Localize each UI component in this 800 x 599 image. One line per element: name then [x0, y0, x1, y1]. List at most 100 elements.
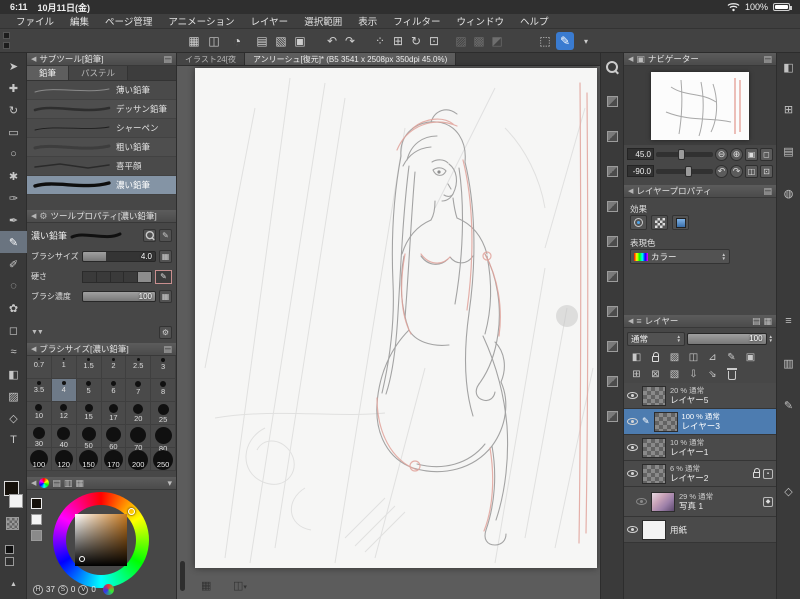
- workspace-grid-icon[interactable]: ▦: [185, 32, 203, 50]
- zoom-value[interactable]: 45.0: [627, 148, 654, 160]
- brush-size-panel-header[interactable]: ◀ ブラシサイズ[濃い鉛筆] ▤: [27, 343, 176, 356]
- panel-dock-4[interactable]: ◍: [777, 185, 800, 201]
- color-panel-header[interactable]: ◀ ▤ ▥ ▦ ▾: [27, 477, 176, 490]
- size-cell[interactable]: 2.5: [126, 356, 152, 379]
- layer-row[interactable]: 20 % 通常 レイヤー5: [624, 383, 776, 409]
- collapse-left-icon[interactable]: ◀: [31, 345, 36, 353]
- material-dock-8[interactable]: [601, 338, 623, 354]
- lock-transparent-icon[interactable]: ▨: [667, 350, 682, 364]
- visibility-eye-icon[interactable]: [627, 444, 638, 451]
- collapse-left-icon[interactable]: ◀: [628, 55, 633, 63]
- collapse-left-icon[interactable]: ◀: [31, 212, 36, 220]
- subtool-item[interactable]: 粗い鉛筆: [27, 138, 176, 157]
- preview-loupe-icon[interactable]: [143, 229, 156, 242]
- object-tool[interactable]: ➤: [0, 55, 27, 77]
- color-set-tab-icon[interactable]: ▥: [64, 478, 73, 489]
- size-cell[interactable]: 6: [101, 379, 127, 402]
- layer-row[interactable]: 用紙: [624, 517, 776, 543]
- fit-screen-icon[interactable]: ▣: [745, 147, 758, 161]
- snap-dots-icon[interactable]: ⁘: [371, 32, 389, 50]
- rotate-view-tool[interactable]: ↻: [0, 99, 27, 121]
- tab-pastel[interactable]: パステル: [69, 66, 129, 80]
- expand-params-icon[interactable]: ▼▼: [31, 329, 44, 336]
- size-cell[interactable]: 60: [101, 425, 127, 451]
- lasso-tool[interactable]: ○: [0, 143, 27, 165]
- material-dock-5[interactable]: [601, 233, 623, 249]
- layer-row[interactable]: 29 % 通常 写真 1 ◆: [624, 487, 776, 517]
- collapse-left-icon[interactable]: ◀: [628, 187, 633, 195]
- visibility-eye-icon[interactable]: [627, 392, 638, 399]
- web-color-icon[interactable]: [102, 584, 114, 595]
- material-dock-10[interactable]: [601, 408, 623, 424]
- undo-icon[interactable]: ↶: [323, 32, 341, 50]
- open-file-icon[interactable]: ▧: [272, 32, 290, 50]
- material-dock-4[interactable]: [601, 198, 623, 214]
- panel-menu-icon[interactable]: ▤: [763, 186, 772, 197]
- gradient-tool[interactable]: ▨: [0, 385, 27, 407]
- new-canvas-icon[interactable]: ▤: [253, 32, 271, 50]
- redo-icon[interactable]: ↷: [341, 32, 359, 50]
- menu-item-animation[interactable]: アニメーション: [160, 14, 242, 28]
- expression-color-dropdown[interactable]: カラー ▲ ▼: [630, 249, 730, 264]
- h-badge[interactable]: H: [33, 584, 43, 595]
- panel-dock-5[interactable]: ≡: [777, 313, 800, 329]
- visibility-eye-icon[interactable]: [627, 418, 638, 425]
- menu-item-view[interactable]: 表示: [350, 14, 385, 28]
- layer-thumbnail[interactable]: [642, 463, 666, 484]
- menu-item-file[interactable]: ファイル: [8, 14, 62, 28]
- size-cell[interactable]: 0.7: [27, 356, 52, 379]
- size-cell[interactable]: 25: [151, 402, 176, 425]
- collapsed-palette-chip[interactable]: [3, 42, 10, 49]
- subtool-panel-header[interactable]: ◀ サブツール[鉛筆] ▤: [27, 53, 176, 66]
- menu-item-edit[interactable]: 編集: [62, 14, 97, 28]
- menu-item-selection[interactable]: 選択範囲: [296, 14, 350, 28]
- pencil-tool[interactable]: ✎: [0, 231, 27, 253]
- layer-row-selected[interactable]: ✎ 100 % 通常 レイヤー3: [624, 409, 776, 435]
- auto-select-tool[interactable]: ✱: [0, 165, 27, 187]
- rotate-slider[interactable]: [656, 165, 713, 177]
- zoom-in-icon[interactable]: ⊕: [730, 147, 743, 161]
- transparent-color-swatch[interactable]: [6, 517, 19, 530]
- zoom-dock-icon[interactable]: [601, 57, 623, 77]
- new-layer-icon[interactable]: ⊞: [629, 367, 644, 381]
- menu-item-help[interactable]: ヘルプ: [512, 14, 557, 28]
- panel-menu-icon[interactable]: ▤: [763, 54, 772, 65]
- panel-dock-2[interactable]: ⊞: [777, 101, 800, 117]
- panel-dock-1[interactable]: ◧: [777, 59, 800, 75]
- hue-cursor[interactable]: [128, 508, 135, 515]
- panel-dock-3[interactable]: ▤: [777, 143, 800, 159]
- size-cell[interactable]: 1: [51, 356, 77, 379]
- delete-layer-icon[interactable]: [724, 367, 739, 381]
- size-cell[interactable]: 40: [51, 425, 77, 449]
- panel-dock-6[interactable]: ▥: [777, 355, 800, 371]
- size-cell[interactable]: 7: [126, 379, 152, 402]
- save-file-icon[interactable]: ▣: [291, 32, 309, 50]
- layer-tab-1-icon[interactable]: ▤: [752, 316, 761, 327]
- eraser-tool[interactable]: ◻: [0, 319, 27, 341]
- size-cell[interactable]: 5: [76, 379, 102, 402]
- size-cell[interactable]: 1.5: [76, 356, 102, 379]
- panel-menu-icon[interactable]: ▾: [167, 478, 172, 489]
- size-cell[interactable]: 2: [101, 356, 127, 379]
- stylus-active-icon[interactable]: ✎: [556, 32, 574, 50]
- menu-item-page-manage[interactable]: ページ管理: [97, 14, 160, 28]
- panel-dock-8[interactable]: ◇: [777, 483, 800, 499]
- collapse-left-icon[interactable]: ◀: [628, 317, 633, 325]
- size-cell[interactable]: 80: [151, 425, 176, 453]
- border-effect-icon[interactable]: [630, 215, 647, 230]
- material-dock-3[interactable]: [601, 163, 623, 179]
- sv-cursor[interactable]: [79, 556, 85, 562]
- clip-below-icon[interactable]: ◧: [629, 350, 644, 364]
- gray-color-swatch[interactable]: [31, 530, 42, 541]
- layer-panel-header[interactable]: ◀ ≡ レイヤー ▤ ▦: [624, 315, 776, 328]
- layer-thumbnail[interactable]: [651, 491, 675, 512]
- canvas-page[interactable]: [195, 68, 597, 568]
- collapsed-palette-chip[interactable]: [3, 32, 10, 39]
- crop-icon[interactable]: ⊡: [425, 32, 443, 50]
- palette-color-icon[interactable]: ▣: [743, 350, 758, 364]
- tool-property-panel-header[interactable]: ◀ ⚙ ツールプロパティ[濃い鉛筆]: [27, 210, 176, 223]
- menu-item-window[interactable]: ウィンドウ: [449, 14, 513, 28]
- sub-color-swatch[interactable]: [9, 494, 23, 508]
- blend-mode-dropdown[interactable]: 通常 ▲ ▼: [627, 332, 685, 346]
- material-dock-2[interactable]: [601, 128, 623, 144]
